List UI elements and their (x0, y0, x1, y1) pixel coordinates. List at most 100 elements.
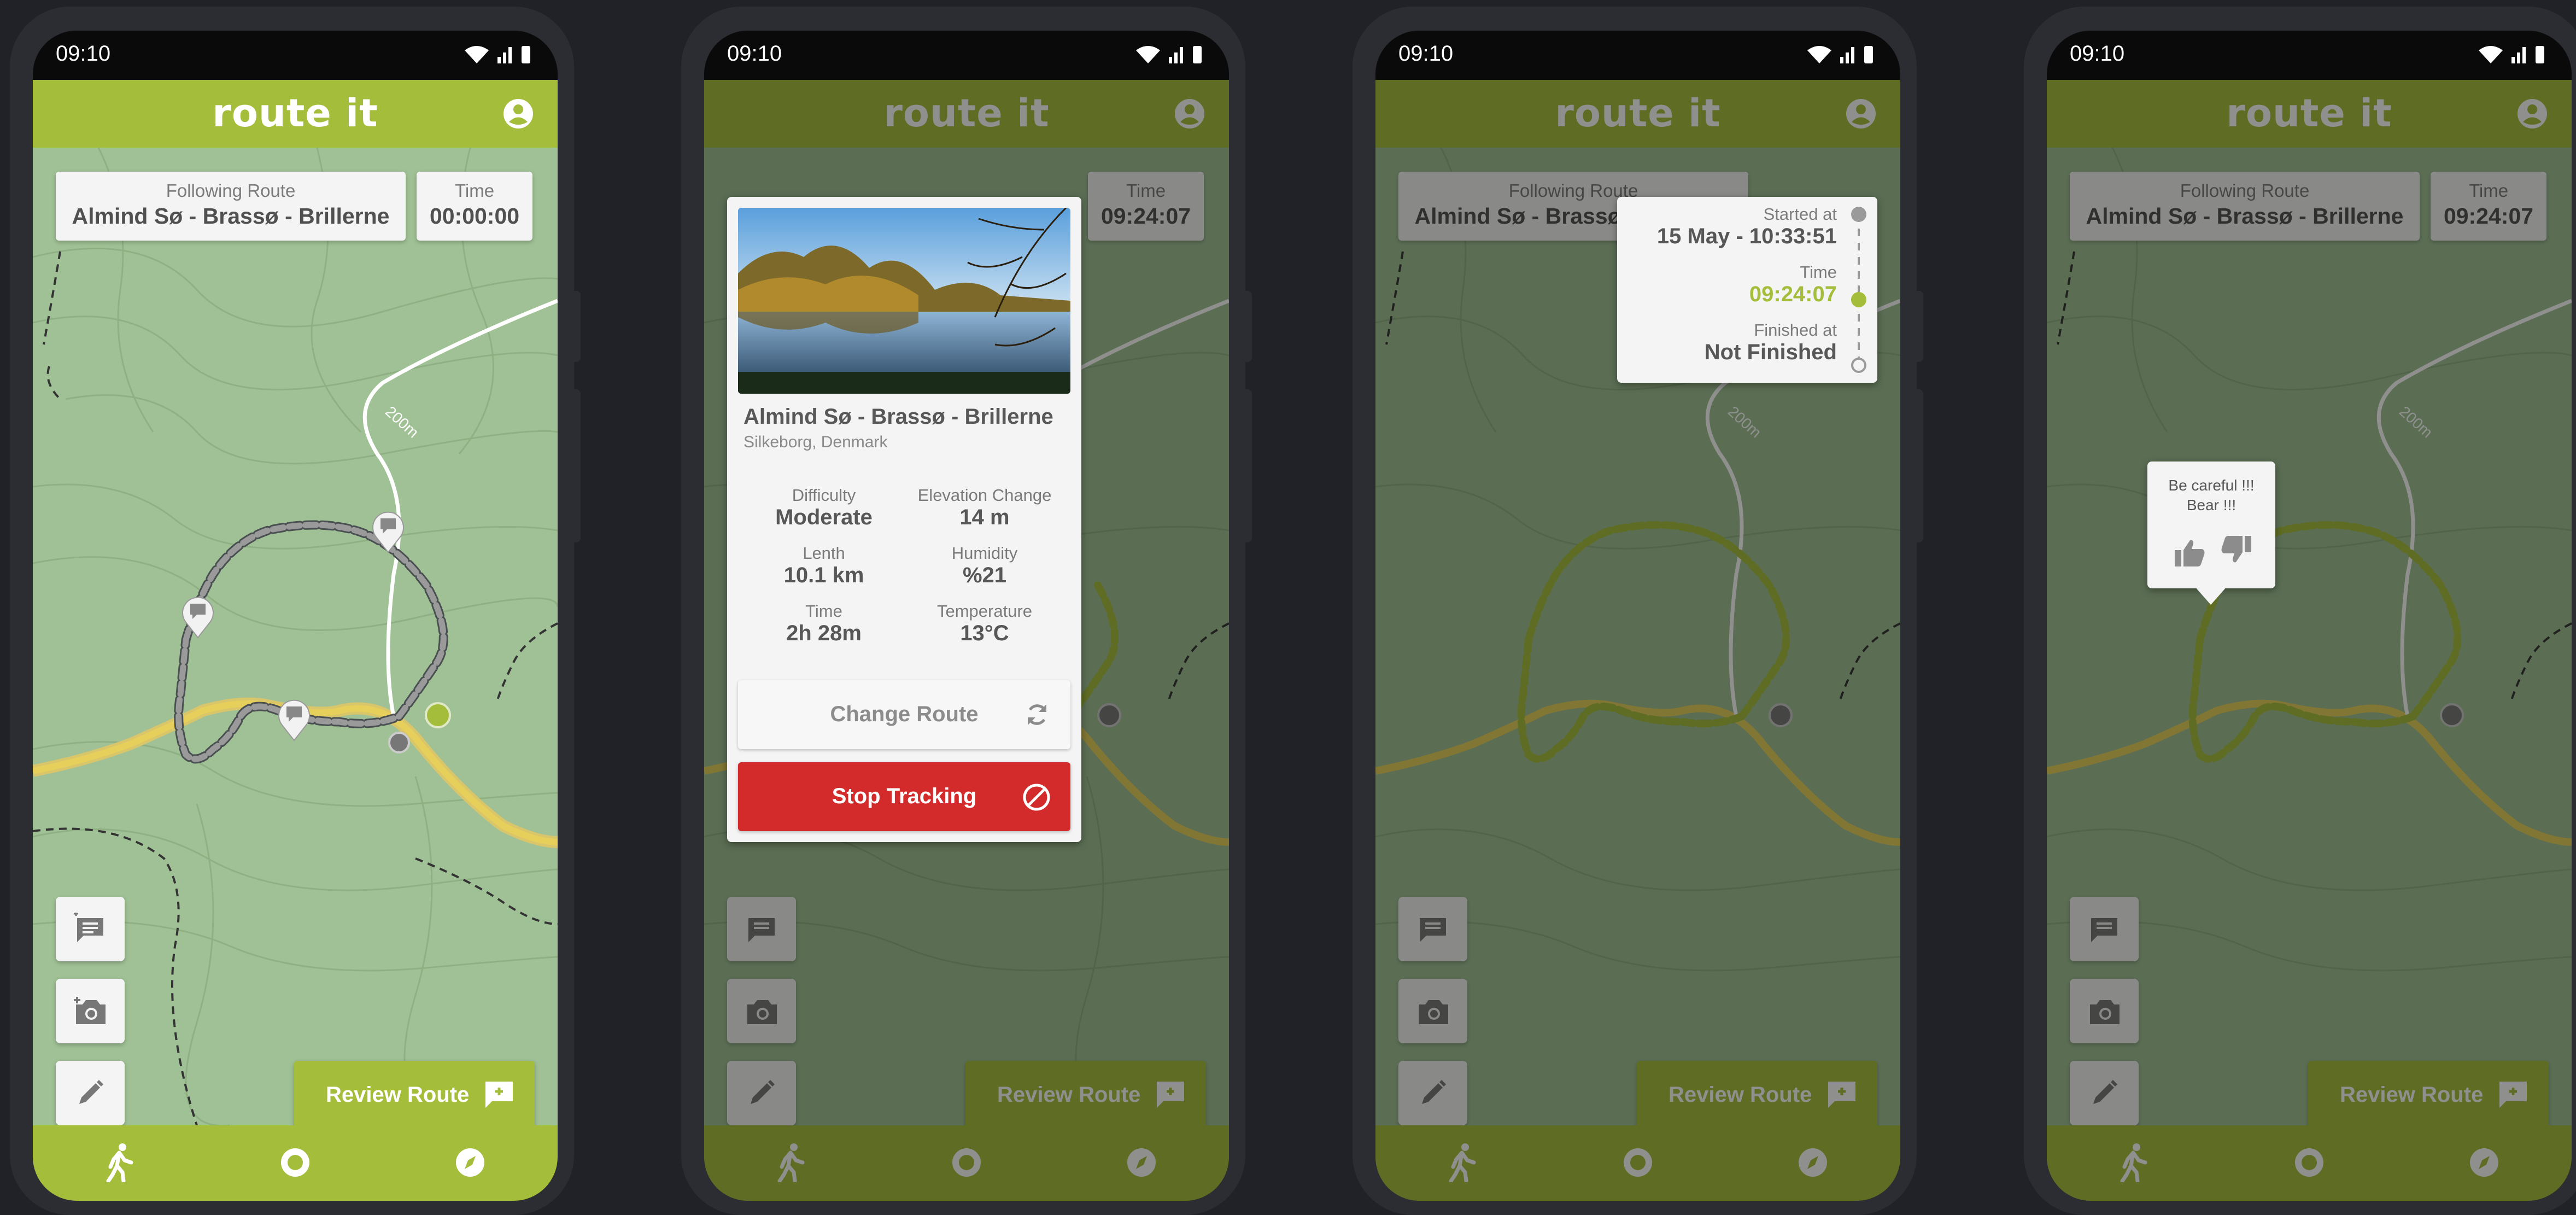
screen-tracking: 09:10 route it 200m Following Route Almi… (33, 31, 558, 1201)
phone-frame-3: 09:10 route it 200m Following Route Almi… (1353, 7, 1923, 1215)
nav-explore[interactable] (2461, 1140, 2507, 1185)
add-comment-icon (2091, 918, 2117, 942)
review-route-button[interactable]: Review Route (294, 1061, 535, 1125)
add-comment-button[interactable] (56, 897, 125, 961)
route-name: Almind Sø - Brassø - Brillerne (2086, 203, 2404, 229)
screen-comment: 09:10 route it 200m Following Route Almi… (2047, 31, 2572, 1201)
walk-icon (106, 1143, 133, 1182)
add-comment-icon (748, 918, 775, 942)
timer-value: 09:24:07 (1100, 203, 1191, 229)
add-photo-icon (74, 997, 106, 1024)
edit-icon (79, 1080, 103, 1104)
nav-record[interactable] (2286, 1140, 2332, 1185)
nav-record[interactable] (272, 1140, 318, 1185)
app-title: route it (883, 91, 1050, 136)
comment-pin[interactable] (368, 505, 408, 557)
edit-button[interactable] (727, 1061, 796, 1125)
status-time: 09:10 (56, 42, 111, 66)
bottom-nav (1375, 1125, 1900, 1201)
started-label: Started at (1763, 205, 1837, 224)
edit-icon (2093, 1080, 2117, 1104)
add-photo-button[interactable] (1398, 979, 1467, 1043)
thumbs-up-icon[interactable] (2174, 538, 2206, 569)
profile-icon[interactable] (1173, 97, 1206, 133)
add-photo-icon (747, 1000, 777, 1024)
compass-icon (1127, 1148, 1156, 1177)
following-route-card[interactable]: Following Route Almind Sø - Brassø - Bri… (56, 172, 406, 241)
comment-pin[interactable] (274, 693, 314, 745)
edit-button[interactable] (56, 1061, 125, 1125)
route-location: Silkeborg, Denmark (743, 433, 888, 451)
record-icon (1624, 1148, 1652, 1177)
add-comment-button[interactable] (2070, 897, 2139, 961)
add-photo-button[interactable] (2070, 979, 2139, 1043)
stop-tracking-button[interactable]: Stop Tracking (738, 762, 1070, 831)
status-bar: 09:10 (2047, 31, 2572, 79)
profile-icon[interactable] (502, 97, 535, 133)
walk-icon (1449, 1143, 1476, 1182)
add-comment-button[interactable] (727, 897, 796, 961)
review-route-label: Review Route (2340, 1083, 2484, 1107)
screen-timeline: 09:10 route it 200m Following Route Almi… (1375, 31, 1900, 1201)
record-icon (952, 1148, 981, 1177)
stat-label: Temperature (936, 601, 1033, 621)
nav-explore[interactable] (447, 1140, 493, 1185)
review-icon (1157, 1082, 1184, 1108)
add-photo-button[interactable] (727, 979, 796, 1043)
map-view[interactable]: 200m Following Route Almind Sø - Brassø … (2047, 148, 2572, 1125)
timer-card: Time 09:24:07 (1088, 172, 1204, 241)
timer-card[interactable]: Time 00:00:00 (417, 172, 532, 241)
add-comment-button[interactable] (1398, 897, 1467, 961)
following-route-label: Following Route (2180, 180, 2310, 201)
nav-walk[interactable] (1439, 1140, 1485, 1185)
timeline-track (1851, 207, 1866, 373)
map-view[interactable]: 200m Following Route Almind Sø - Brassø … (33, 148, 558, 1125)
stat-label: Lenth (803, 544, 845, 563)
add-photo-button[interactable] (56, 979, 125, 1043)
review-route-button[interactable]: Review Route (1637, 1061, 1877, 1125)
stat-temperature: Temperature 13°C (904, 601, 1065, 646)
nav-walk[interactable] (768, 1140, 813, 1185)
nav-explore[interactable] (1790, 1140, 1836, 1185)
timer-card[interactable]: Time 09:24:07 (2431, 172, 2546, 241)
add-comment-icon (74, 913, 103, 942)
change-route-button[interactable]: Change Route (738, 680, 1070, 749)
stat-label: Difficulty (792, 486, 856, 505)
status-bar: 09:10 (33, 31, 558, 79)
change-route-label: Change Route (830, 702, 979, 726)
thumbs-down-icon[interactable] (2220, 534, 2252, 564)
nav-record[interactable] (1615, 1140, 1661, 1185)
app-header: route it (704, 80, 1229, 148)
phone-frame-4: 09:10 route it 200m Following Route Almi… (2024, 7, 2576, 1215)
compass-icon (456, 1148, 484, 1177)
edit-button[interactable] (2070, 1061, 2139, 1125)
app-header: route it (2047, 80, 2572, 148)
bottom-nav (704, 1125, 1229, 1201)
finished-label: Finished at (1754, 320, 1837, 340)
timer-value: 00:00:00 (429, 203, 520, 229)
timer-label: Time (2468, 180, 2509, 201)
stat-value: Moderate (775, 505, 873, 529)
review-route-button[interactable]: Review Route (2308, 1061, 2549, 1125)
block-icon (1023, 784, 1050, 811)
following-route-card[interactable]: Following Route Almind Sø - Brassø - Bri… (2070, 172, 2420, 241)
comment-pin[interactable] (178, 591, 218, 642)
comment-line-1: Be careful !!! (2168, 477, 2255, 494)
nav-walk[interactable] (2110, 1140, 2156, 1185)
app-title: route it (1555, 91, 1721, 136)
profile-icon[interactable] (2516, 97, 2549, 133)
profile-icon[interactable] (1845, 97, 1877, 133)
stat-value: 13°C (960, 621, 1009, 645)
nav-walk[interactable] (96, 1140, 142, 1185)
edit-button[interactable] (1398, 1061, 1467, 1125)
finished-value: Not Finished (1704, 340, 1837, 364)
add-comment-icon (1420, 918, 1446, 942)
nav-record[interactable] (944, 1140, 990, 1185)
route-name: Almind Sø - Brassø - Brillerne (743, 405, 1053, 429)
stats-grid: Difficulty Moderate Elevation Change 14 … (743, 486, 1065, 650)
app-header: route it (33, 80, 558, 148)
status-icons (1806, 43, 1877, 69)
nav-explore[interactable] (1119, 1140, 1164, 1185)
review-route-button[interactable]: Review Route (965, 1061, 1206, 1125)
review-route-label: Review Route (997, 1083, 1141, 1107)
